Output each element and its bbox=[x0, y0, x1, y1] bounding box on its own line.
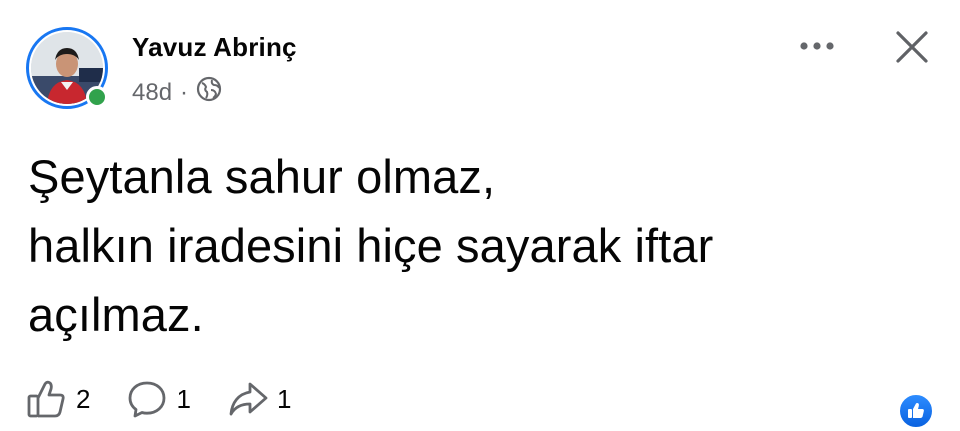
post-time[interactable]: 48d bbox=[132, 79, 172, 107]
like-reaction-icon[interactable] bbox=[898, 393, 934, 429]
like-reaction-thumb bbox=[908, 402, 924, 418]
post-text-line: açılmaz. bbox=[28, 288, 204, 341]
online-status-dot bbox=[86, 86, 108, 108]
close-icon bbox=[896, 31, 928, 63]
more-button[interactable] bbox=[796, 30, 838, 62]
comment-icon bbox=[129, 381, 166, 418]
more-icon bbox=[800, 42, 834, 50]
post-text-line: Şeytanla sahur olmaz, bbox=[28, 150, 496, 203]
share-button[interactable]: 1 bbox=[227, 378, 291, 420]
like-count: 2 bbox=[76, 383, 91, 414]
meta-separator: · bbox=[180, 78, 189, 106]
thumbs-up-icon bbox=[27, 380, 65, 418]
post-meta: 48d · bbox=[132, 76, 222, 109]
comment-count: 1 bbox=[176, 383, 191, 414]
globe-icon[interactable] bbox=[196, 76, 222, 109]
author-name[interactable]: Yavuz Abrinç bbox=[132, 32, 297, 63]
close-button[interactable] bbox=[890, 25, 934, 69]
post-text: Şeytanla sahur olmaz, halkın iradesini h… bbox=[28, 142, 928, 349]
comment-button[interactable]: 1 bbox=[126, 378, 191, 420]
post-text-line: halkın iradesini hiçe sayarak iftar bbox=[28, 219, 714, 272]
action-bar: 2 1 1 bbox=[26, 378, 291, 420]
like-button[interactable]: 2 bbox=[26, 378, 90, 420]
share-count: 1 bbox=[276, 383, 292, 414]
share-icon bbox=[229, 382, 268, 416]
